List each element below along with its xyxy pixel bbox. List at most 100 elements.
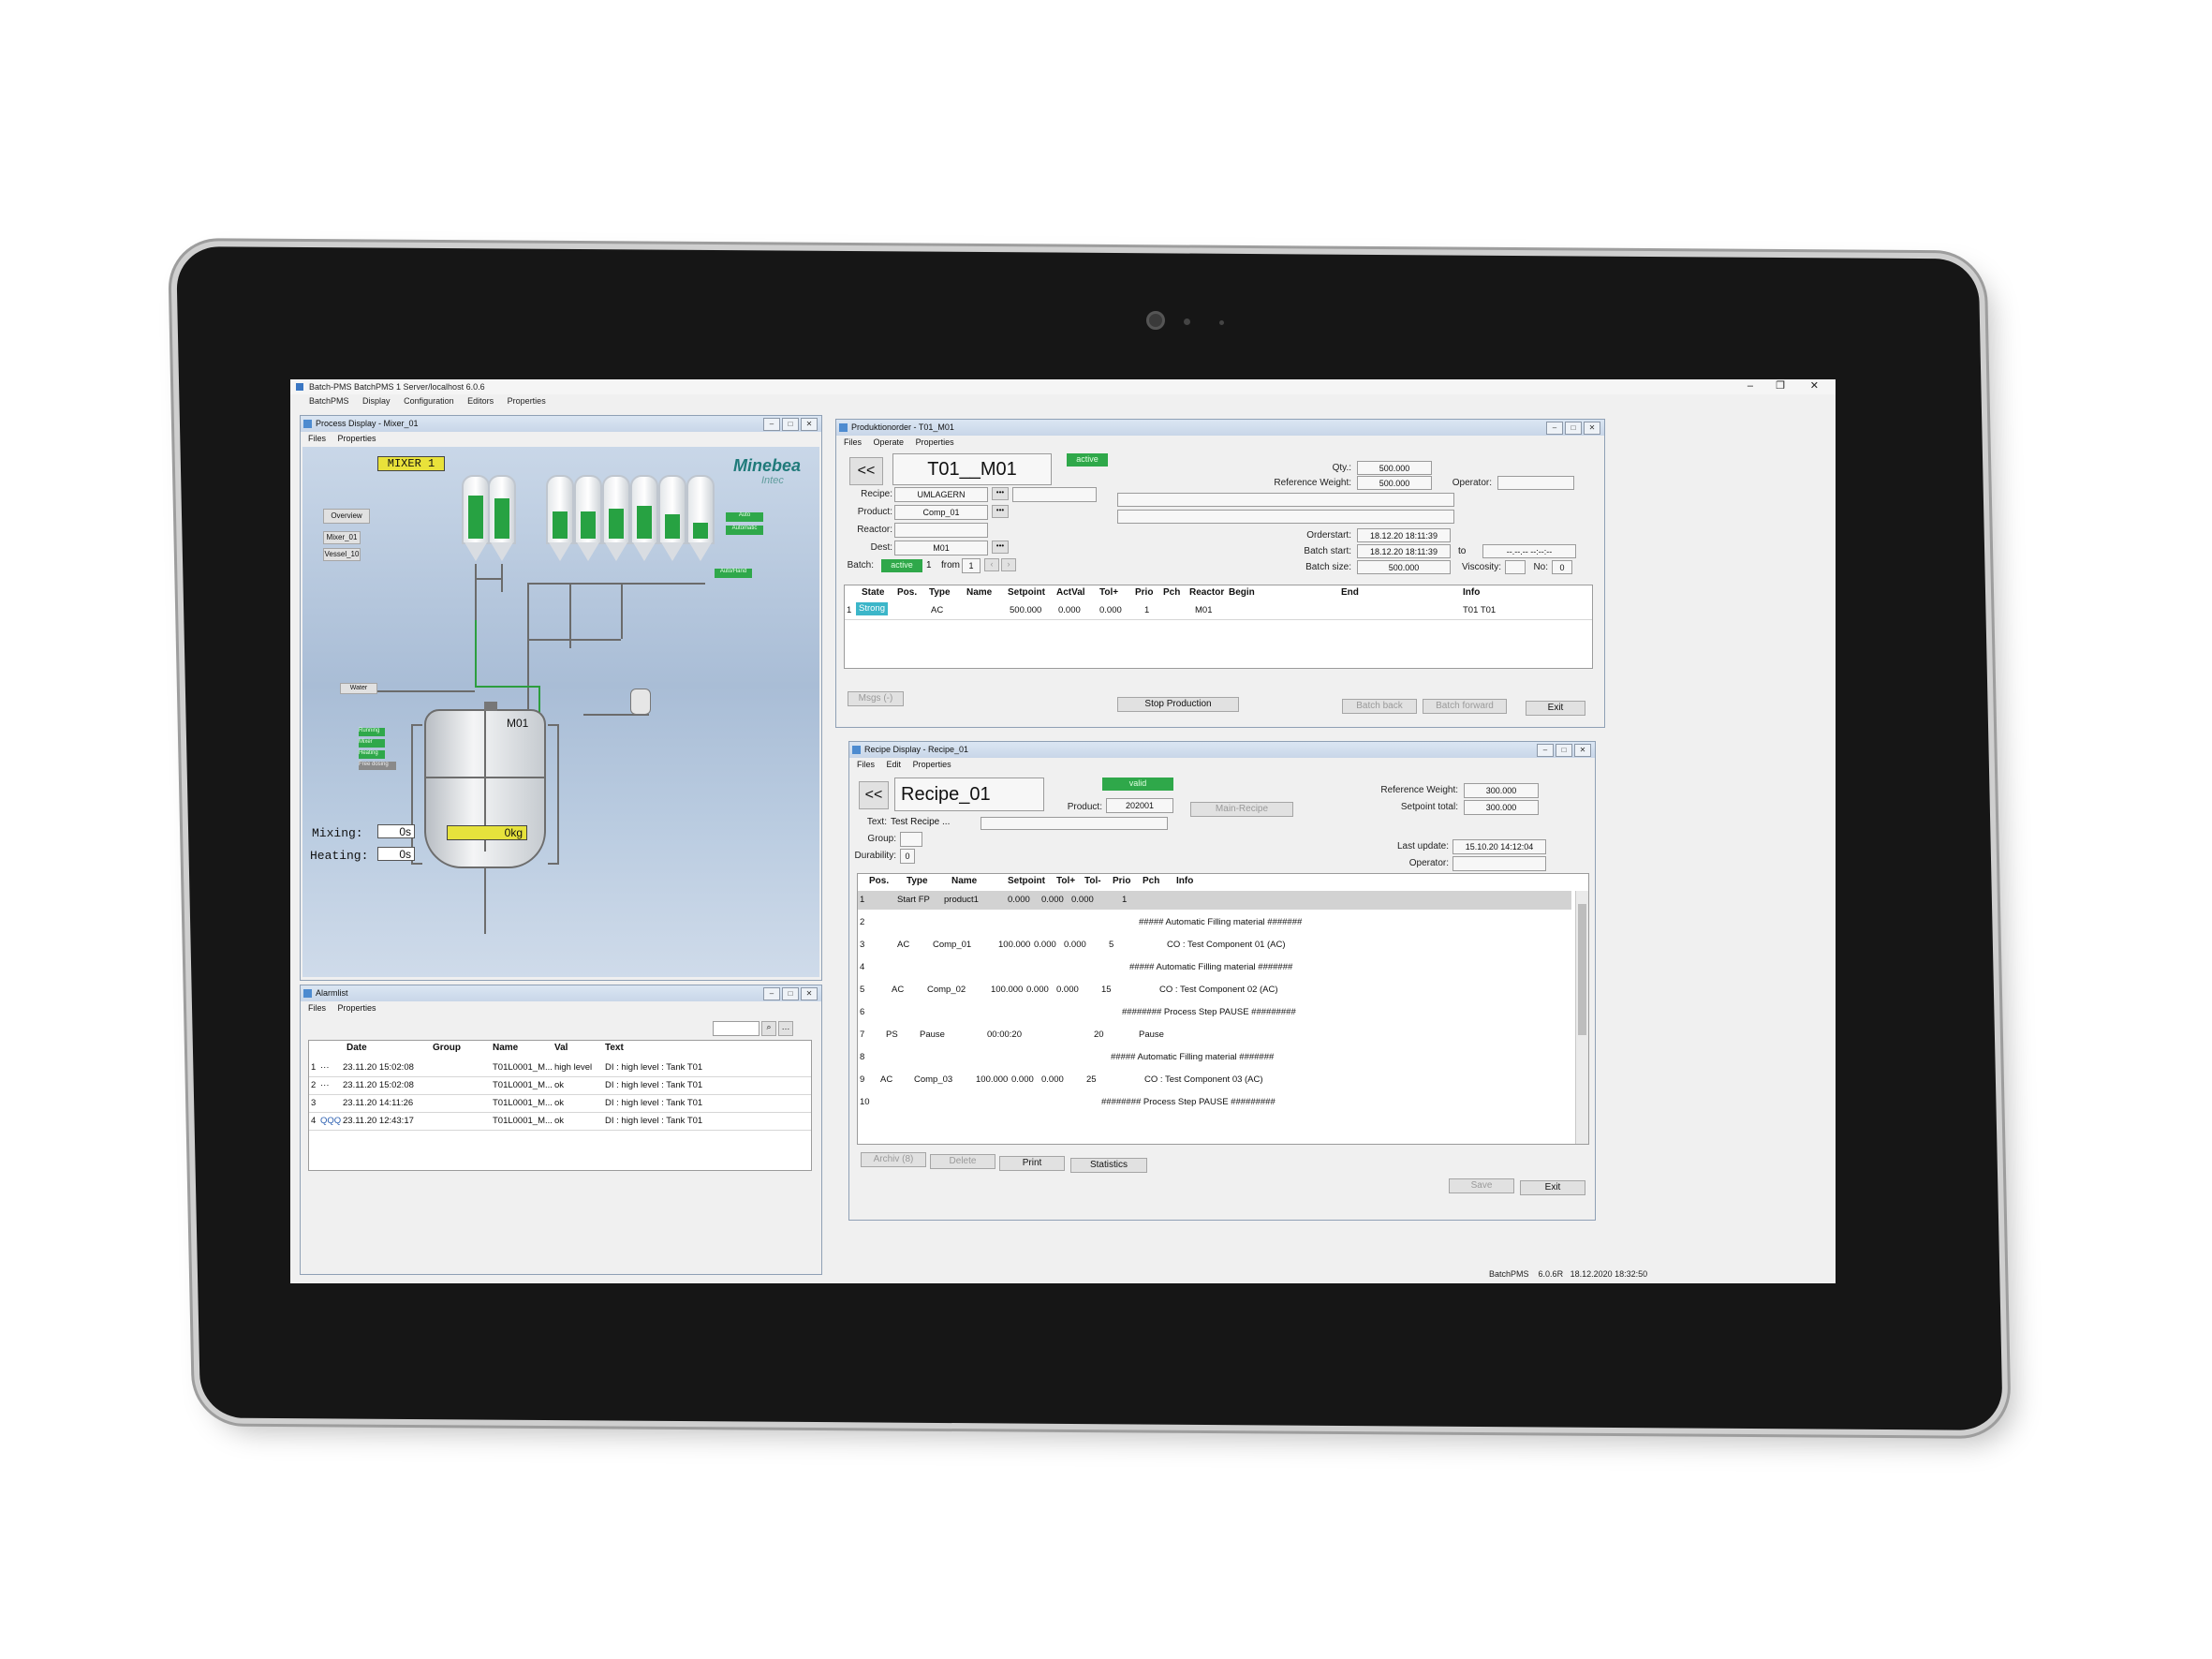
col-prio[interactable]: Prio <box>1135 585 1153 600</box>
silo[interactable] <box>658 475 686 561</box>
batch-back-button[interactable]: Batch back <box>1342 699 1417 714</box>
alarm-filter-input[interactable] <box>713 1021 759 1036</box>
minimize-icon[interactable]: – <box>763 418 780 431</box>
table-row[interactable]: 10 ######## Process Step PAUSE ######### <box>858 1091 1571 1114</box>
col-end[interactable]: End <box>1341 585 1359 600</box>
batch-prev-icon[interactable]: ‹ <box>984 558 999 571</box>
statistics-button[interactable]: Statistics <box>1070 1158 1147 1173</box>
msgs-button[interactable]: Msgs (-) <box>848 691 904 706</box>
water-button[interactable]: Water <box>340 683 377 694</box>
save-button[interactable]: Save <box>1449 1178 1514 1193</box>
silo[interactable] <box>630 475 658 561</box>
silo[interactable] <box>686 475 715 561</box>
table-row-selected[interactable]: 1 Start FP product1 0.000 0.000 0.000 1 <box>858 891 1571 910</box>
menu-properties[interactable]: Properties <box>338 1003 376 1013</box>
col-group[interactable]: Group <box>433 1041 461 1056</box>
nav-overview-button[interactable]: Overview <box>323 509 370 524</box>
col-val[interactable]: Val <box>554 1041 568 1056</box>
stop-production-button[interactable]: Stop Production <box>1117 697 1239 712</box>
table-row[interactable]: 6 ######## Process Step PAUSE ######### <box>858 1001 1571 1024</box>
maximize-icon[interactable]: □ <box>1565 422 1582 435</box>
menu-batchpms[interactable]: BatchPMS <box>309 396 349 406</box>
table-row[interactable]: 3 AC Comp_01 100.000 0.000 0.000 5 CO : … <box>858 934 1571 956</box>
maximize-icon[interactable]: □ <box>1556 744 1572 757</box>
table-row[interactable]: 8 ##### Automatic Filling material #####… <box>858 1046 1571 1069</box>
table-row[interactable]: 9 AC Comp_03 100.000 0.000 0.000 25 CO :… <box>858 1069 1571 1091</box>
minimize-icon[interactable]: – <box>1747 379 1753 393</box>
col-name[interactable]: Name <box>966 585 992 600</box>
table-row[interactable]: 4 ##### Automatic Filling material #####… <box>858 956 1571 979</box>
menu-editors[interactable]: Editors <box>467 396 494 406</box>
col-tol-plus[interactable]: Tol+ <box>1056 874 1075 889</box>
col-reactor[interactable]: Reactor <box>1189 585 1224 600</box>
col-info[interactable]: Info <box>1463 585 1480 600</box>
close-icon[interactable]: ✕ <box>1584 422 1600 435</box>
dest-lookup-button[interactable]: ••• <box>992 541 1009 554</box>
close-icon[interactable]: ✕ <box>1810 379 1819 393</box>
silo[interactable] <box>546 475 574 561</box>
delete-button[interactable]: Delete <box>930 1154 995 1169</box>
filter-icon[interactable]: ⌕ <box>761 1021 776 1036</box>
scrollbar-thumb[interactable] <box>1578 904 1586 1035</box>
minimize-icon[interactable]: – <box>1546 422 1563 435</box>
maximize-icon[interactable]: ❐ <box>1776 379 1785 393</box>
batch-next-icon[interactable]: › <box>1001 558 1016 571</box>
menu-properties[interactable]: Properties <box>508 396 546 406</box>
archiv-button[interactable]: Archiv (8) <box>861 1152 926 1167</box>
mixer-tank[interactable]: M01 0kg <box>424 709 546 868</box>
menu-files[interactable]: Files <box>308 434 326 443</box>
col-pch[interactable]: Pch <box>1143 874 1159 889</box>
col-pch[interactable]: Pch <box>1163 585 1180 600</box>
table-row[interactable]: 5 AC Comp_02 100.000 0.000 0.000 15 CO :… <box>858 979 1571 1001</box>
menu-properties[interactable]: Properties <box>338 434 376 443</box>
menu-properties[interactable]: Properties <box>913 760 951 769</box>
col-pos[interactable]: Pos. <box>897 585 917 600</box>
minimize-icon[interactable]: – <box>763 987 780 1000</box>
recipe-exit-button[interactable]: Exit <box>1520 1180 1585 1195</box>
close-icon[interactable]: ✕ <box>801 418 818 431</box>
close-icon[interactable]: ✕ <box>801 987 818 1000</box>
col-setpoint[interactable]: Setpoint <box>1008 874 1045 889</box>
menu-files[interactable]: Files <box>308 1003 326 1013</box>
silo[interactable] <box>488 475 516 561</box>
silo[interactable] <box>462 475 490 561</box>
print-button[interactable]: Print <box>999 1156 1065 1171</box>
col-tol[interactable]: Tol+ <box>1099 585 1118 600</box>
col-type[interactable]: Type <box>907 874 928 889</box>
menu-display[interactable]: Display <box>362 396 391 406</box>
col-state[interactable]: State <box>862 585 884 600</box>
col-begin[interactable]: Begin <box>1229 585 1255 600</box>
order-exit-button[interactable]: Exit <box>1526 701 1585 716</box>
recipe-back-button[interactable]: << <box>859 781 889 809</box>
col-text[interactable]: Text <box>605 1041 624 1056</box>
menu-configuration[interactable]: Configuration <box>404 396 454 406</box>
col-date[interactable]: Date <box>347 1041 367 1056</box>
product-lookup-button[interactable]: ••• <box>992 505 1009 518</box>
batch-forward-button[interactable]: Batch forward <box>1423 699 1507 714</box>
silo[interactable] <box>574 475 602 561</box>
menu-files[interactable]: Files <box>857 760 875 769</box>
menu-properties[interactable]: Properties <box>916 437 954 447</box>
maximize-icon[interactable]: □ <box>782 418 799 431</box>
col-name[interactable]: Name <box>493 1041 518 1056</box>
col-type[interactable]: Type <box>929 585 951 600</box>
recipe-lookup-button[interactable]: ••• <box>992 487 1009 500</box>
table-row[interactable]: 7 PS Pause 00:00:20 20 Pause <box>858 1024 1571 1046</box>
main-recipe-button[interactable]: Main-Recipe <box>1190 802 1293 817</box>
col-name[interactable]: Name <box>951 874 977 889</box>
silo[interactable] <box>602 475 630 561</box>
more-button[interactable]: … <box>778 1021 793 1036</box>
col-pos[interactable]: Pos. <box>869 874 889 889</box>
col-setpoint[interactable]: Setpoint <box>1008 585 1045 600</box>
menu-operate[interactable]: Operate <box>874 437 905 447</box>
menu-edit[interactable]: Edit <box>887 760 902 769</box>
col-actval[interactable]: ActVal <box>1056 585 1085 600</box>
close-icon[interactable]: ✕ <box>1574 744 1591 757</box>
maximize-icon[interactable]: □ <box>782 987 799 1000</box>
col-tol-minus[interactable]: Tol- <box>1084 874 1101 889</box>
nav-mixer-button[interactable]: Mixer_01 <box>323 531 361 544</box>
menu-files[interactable]: Files <box>844 437 862 447</box>
back-button[interactable]: << <box>849 457 883 485</box>
nav-vessel-button[interactable]: Vessel_10 <box>323 548 361 561</box>
col-info[interactable]: Info <box>1176 874 1193 889</box>
